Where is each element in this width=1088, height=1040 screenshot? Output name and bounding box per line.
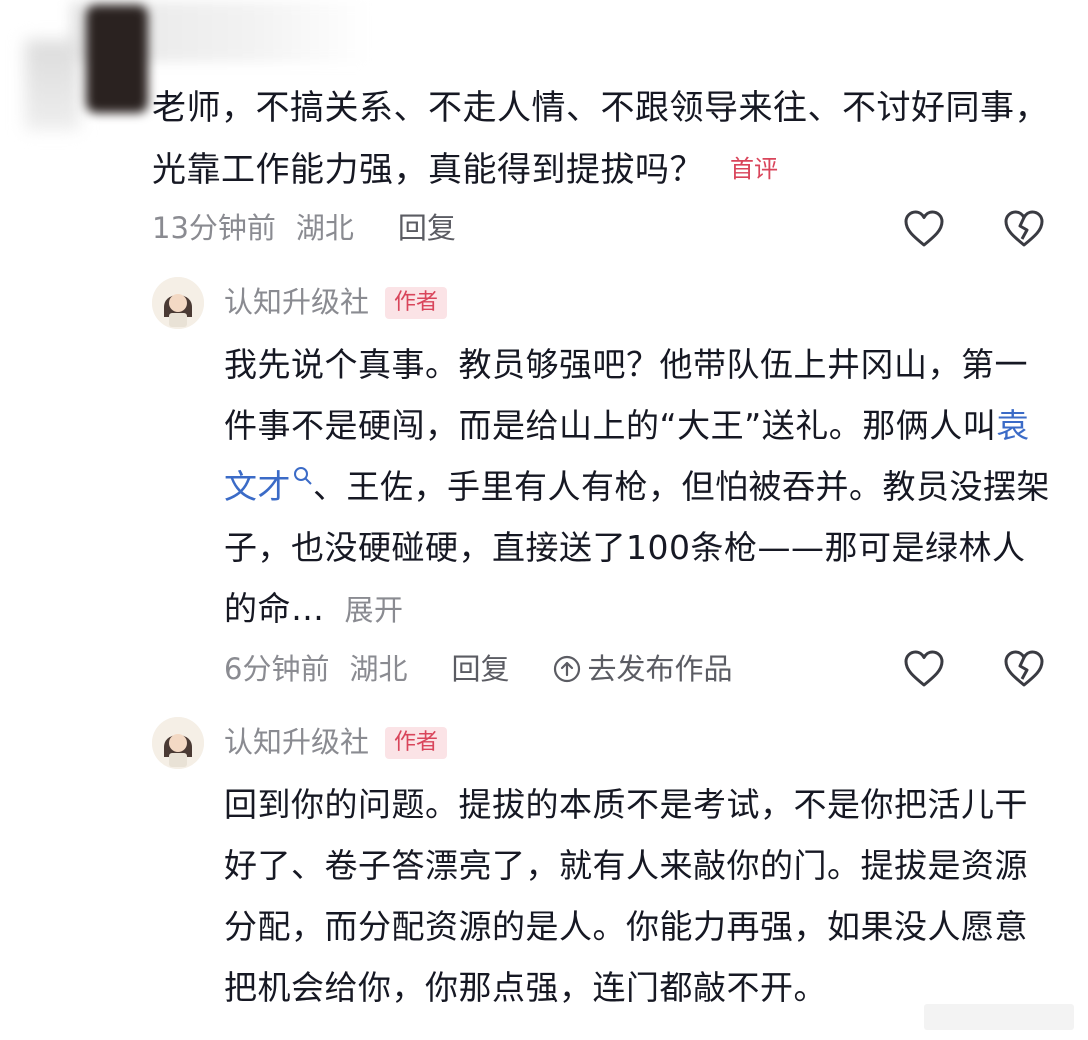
upload-icon [554,655,581,683]
blurred-area [25,40,80,130]
author-avatar[interactable] [152,277,204,329]
watermark [924,1004,1074,1030]
reply-text: 我先说个真事。教员够强吧？他带队伍上井冈山，第一件事不是硬闯，而是给山上的“大王… [224,334,1054,641]
broken-heart-icon [1004,210,1044,247]
publish-label: 去发布作品 [587,652,733,686]
first-comment-badge: 首评 [730,155,778,183]
publish-work-button[interactable]: 去发布作品 [553,649,733,689]
heart-icon [904,650,944,687]
dislike-button[interactable] [1003,649,1045,689]
author-line: 认知升级社 作者 [224,722,448,762]
comment-location: 湖北 [349,652,408,686]
question-meta: 13分钟前 湖北 回复 [152,208,456,248]
reply-text: 回到你的问题。提拔的本质不是考试，不是你把活儿干好了、卷子答漂亮了，就有人来敲你… [224,785,1028,1007]
comment-time: 13分钟前 [152,211,276,245]
dislike-button[interactable] [1003,209,1045,249]
question-comment-text: 老师，不搞关系、不走人情、不跟领导来往、不讨好同事，光靠工作能力强，真能得到提拔… [152,78,1067,201]
reply-meta: 6分钟前 湖北 回复 去发布作品 [224,649,733,689]
broken-heart-icon [1004,650,1044,687]
author-badge: 作者 [385,287,448,319]
search-icon[interactable] [293,466,313,486]
blurred-avatar [86,5,148,113]
author-name[interactable]: 认知升级社 [224,725,369,759]
author-name[interactable]: 认知升级社 [224,285,369,319]
reply-button[interactable]: 回复 [451,649,509,689]
heart-icon [904,210,944,247]
comment-time: 6分钟前 [224,652,330,686]
author-avatar[interactable] [152,717,204,769]
reply-text-part: 我先说个真事。教员够强吧？他带队伍上井冈山，第一件事不是硬闯，而是给山上的“大王… [224,345,1028,445]
like-button[interactable] [903,649,945,689]
question-text: 老师，不搞关系、不走人情、不跟领导来往、不讨好同事，光靠工作能力强，真能得到提拔… [152,88,1049,190]
author-line: 认知升级社 作者 [224,282,448,322]
expand-button[interactable]: 展开 [345,593,404,627]
reply-button[interactable]: 回复 [398,208,456,248]
avatar-illustration [152,717,204,769]
like-button[interactable] [903,209,945,249]
author-badge: 作者 [385,727,448,759]
avatar-illustration [152,277,204,329]
comment-location: 湖北 [295,211,354,245]
